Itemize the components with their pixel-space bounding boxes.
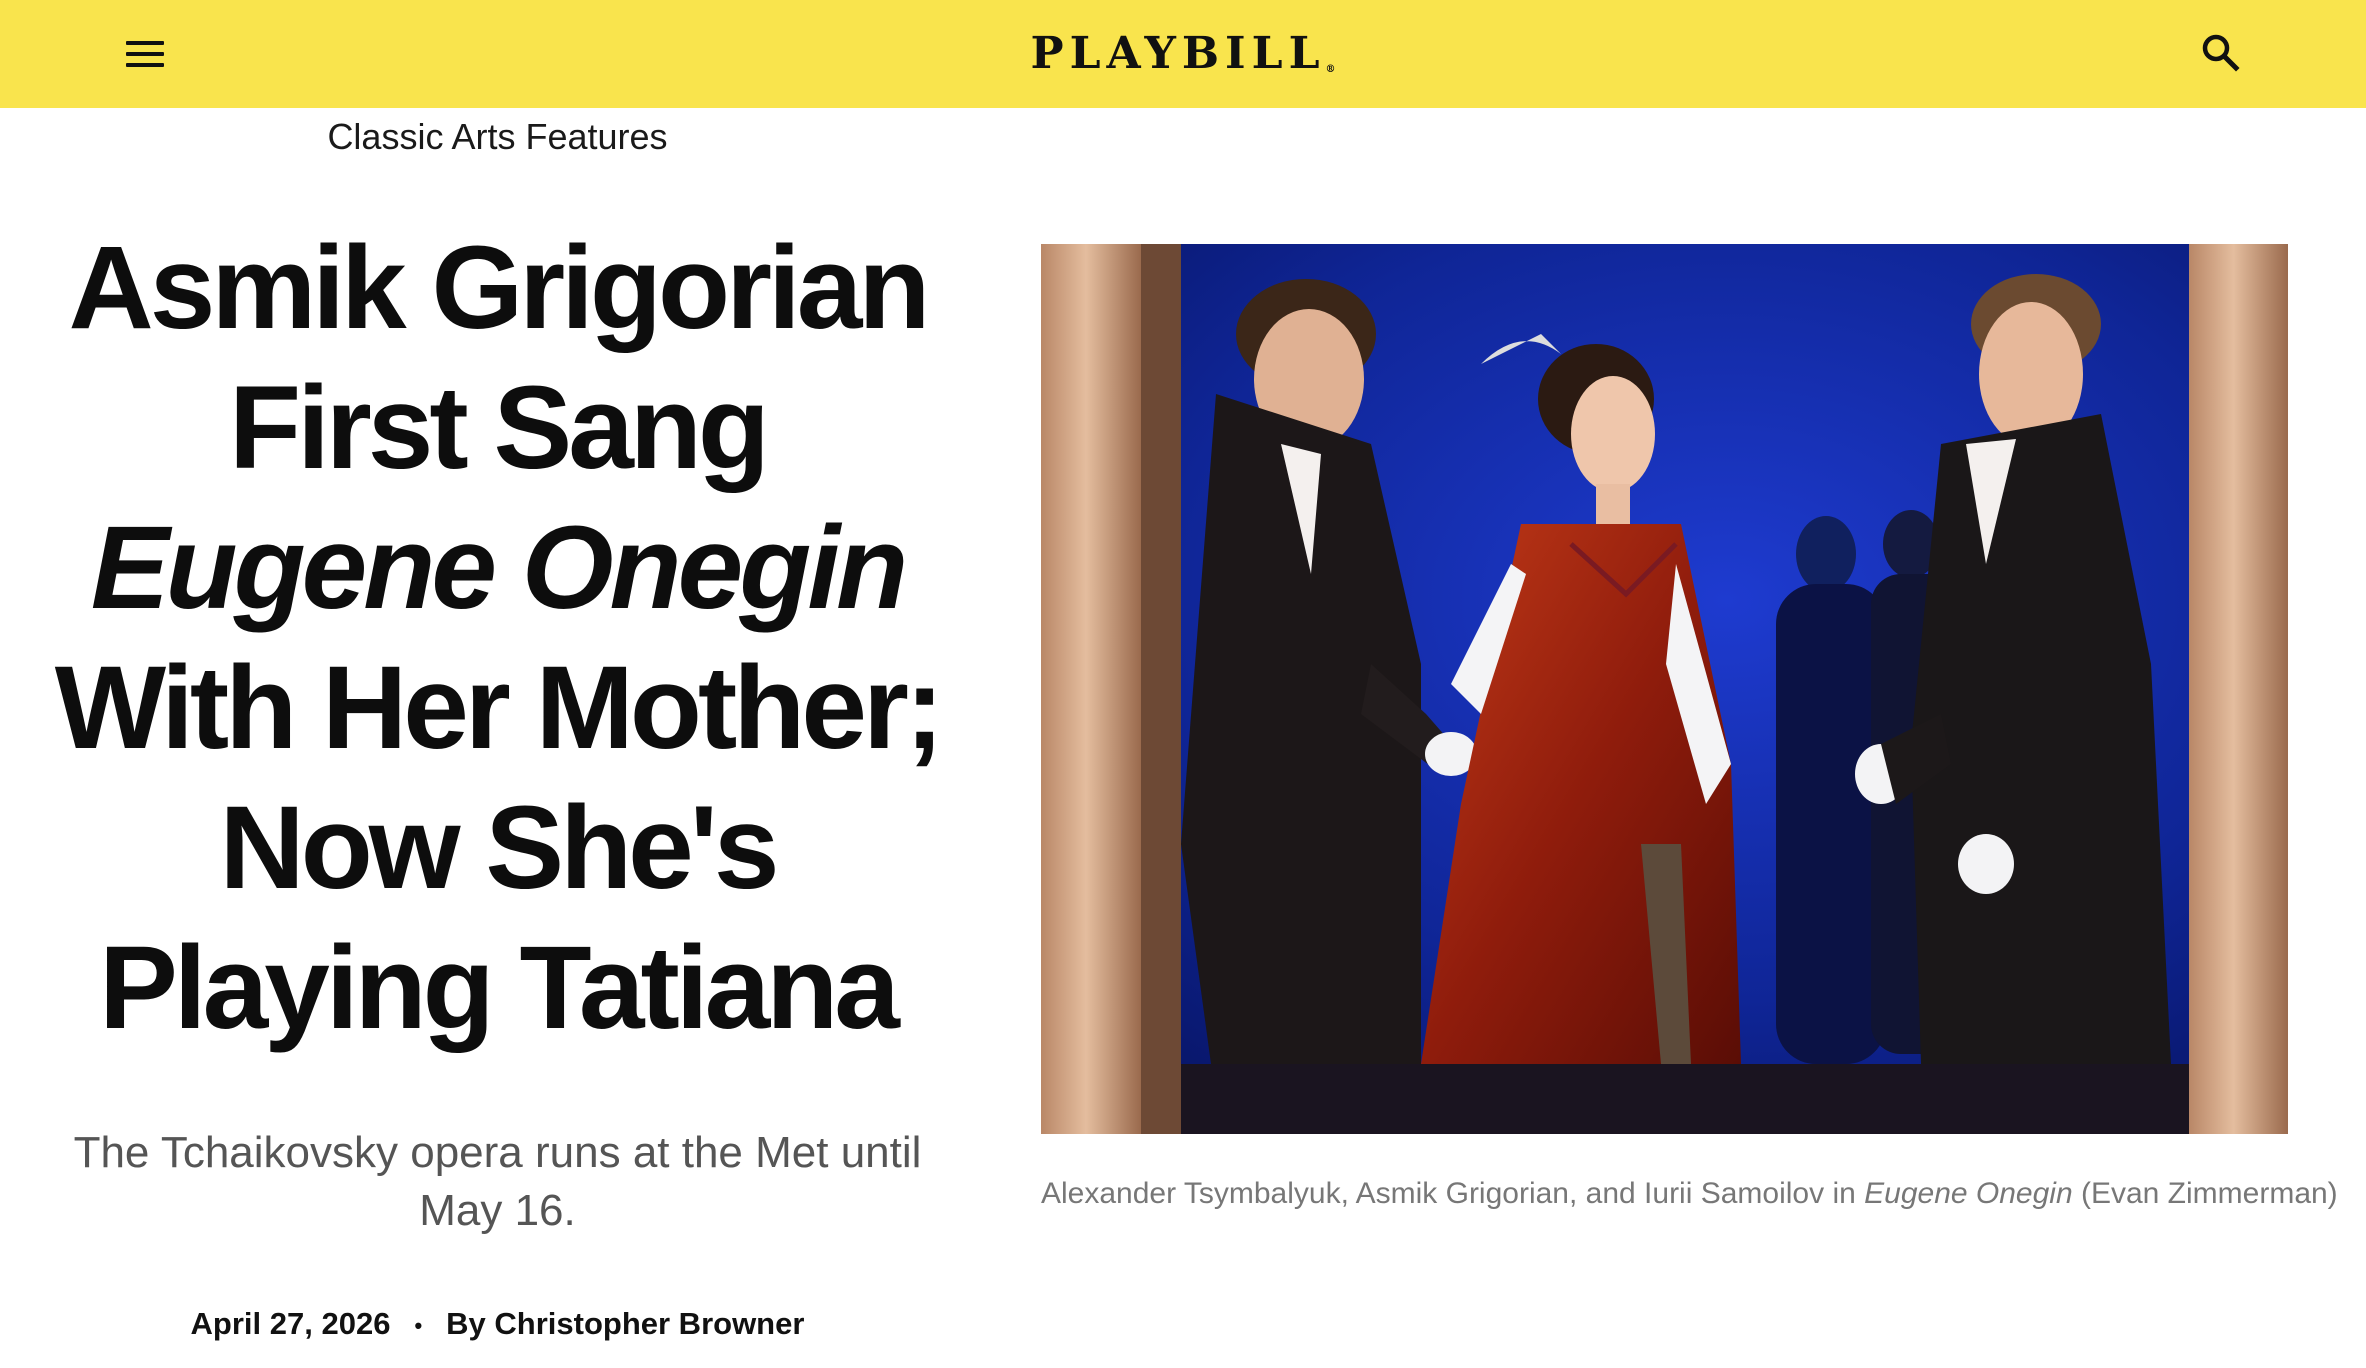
top-navigation-bar: PLAYBILL® (0, 0, 2366, 108)
byline: April 27, 2026 • By Christopher Browner (0, 1300, 995, 1348)
headline-line-1: Asmik Grigorian (68, 222, 930, 354)
stage-scene-illustration (1041, 244, 2288, 1134)
publish-date: April 27, 2026 (190, 1306, 391, 1341)
headline-line-4: With Her Mother; (54, 642, 944, 774)
registered-mark: ® (1325, 64, 1336, 75)
headline-line-6: Playing Tatiana (99, 922, 900, 1054)
category-link[interactable]: Classic Arts Features (0, 112, 995, 162)
caption-credits: Alexander Tsymbalyuk, Asmik Grigorian, a… (1041, 1177, 1865, 1210)
caption-photographer: (Evan Zimmerman) (2072, 1177, 2338, 1210)
article-headline: Asmik Grigorian First Sang Eugene Onegin… (40, 218, 955, 1058)
caption-show-title: Eugene Onegin (1864, 1177, 2073, 1210)
headline-line-3-show-title: Eugene Onegin (90, 502, 908, 634)
headline-line-5: Now She's (219, 782, 780, 914)
byline-separator: • (414, 1312, 423, 1338)
article-subheadline: The Tchaikovsky opera runs at the Met un… (73, 1128, 922, 1235)
headline-line-2: First Sang (229, 362, 770, 494)
search-icon[interactable] (2196, 28, 2244, 76)
author-link[interactable]: By Christopher Browner (446, 1306, 804, 1341)
playbill-logo[interactable]: PLAYBILL® (0, 20, 2366, 88)
logo-text: PLAYBILL (1030, 28, 1326, 79)
article-hero-photo (1041, 244, 2288, 1134)
photo-caption: Alexander Tsymbalyuk, Asmik Grigorian, a… (1041, 1172, 2338, 1216)
